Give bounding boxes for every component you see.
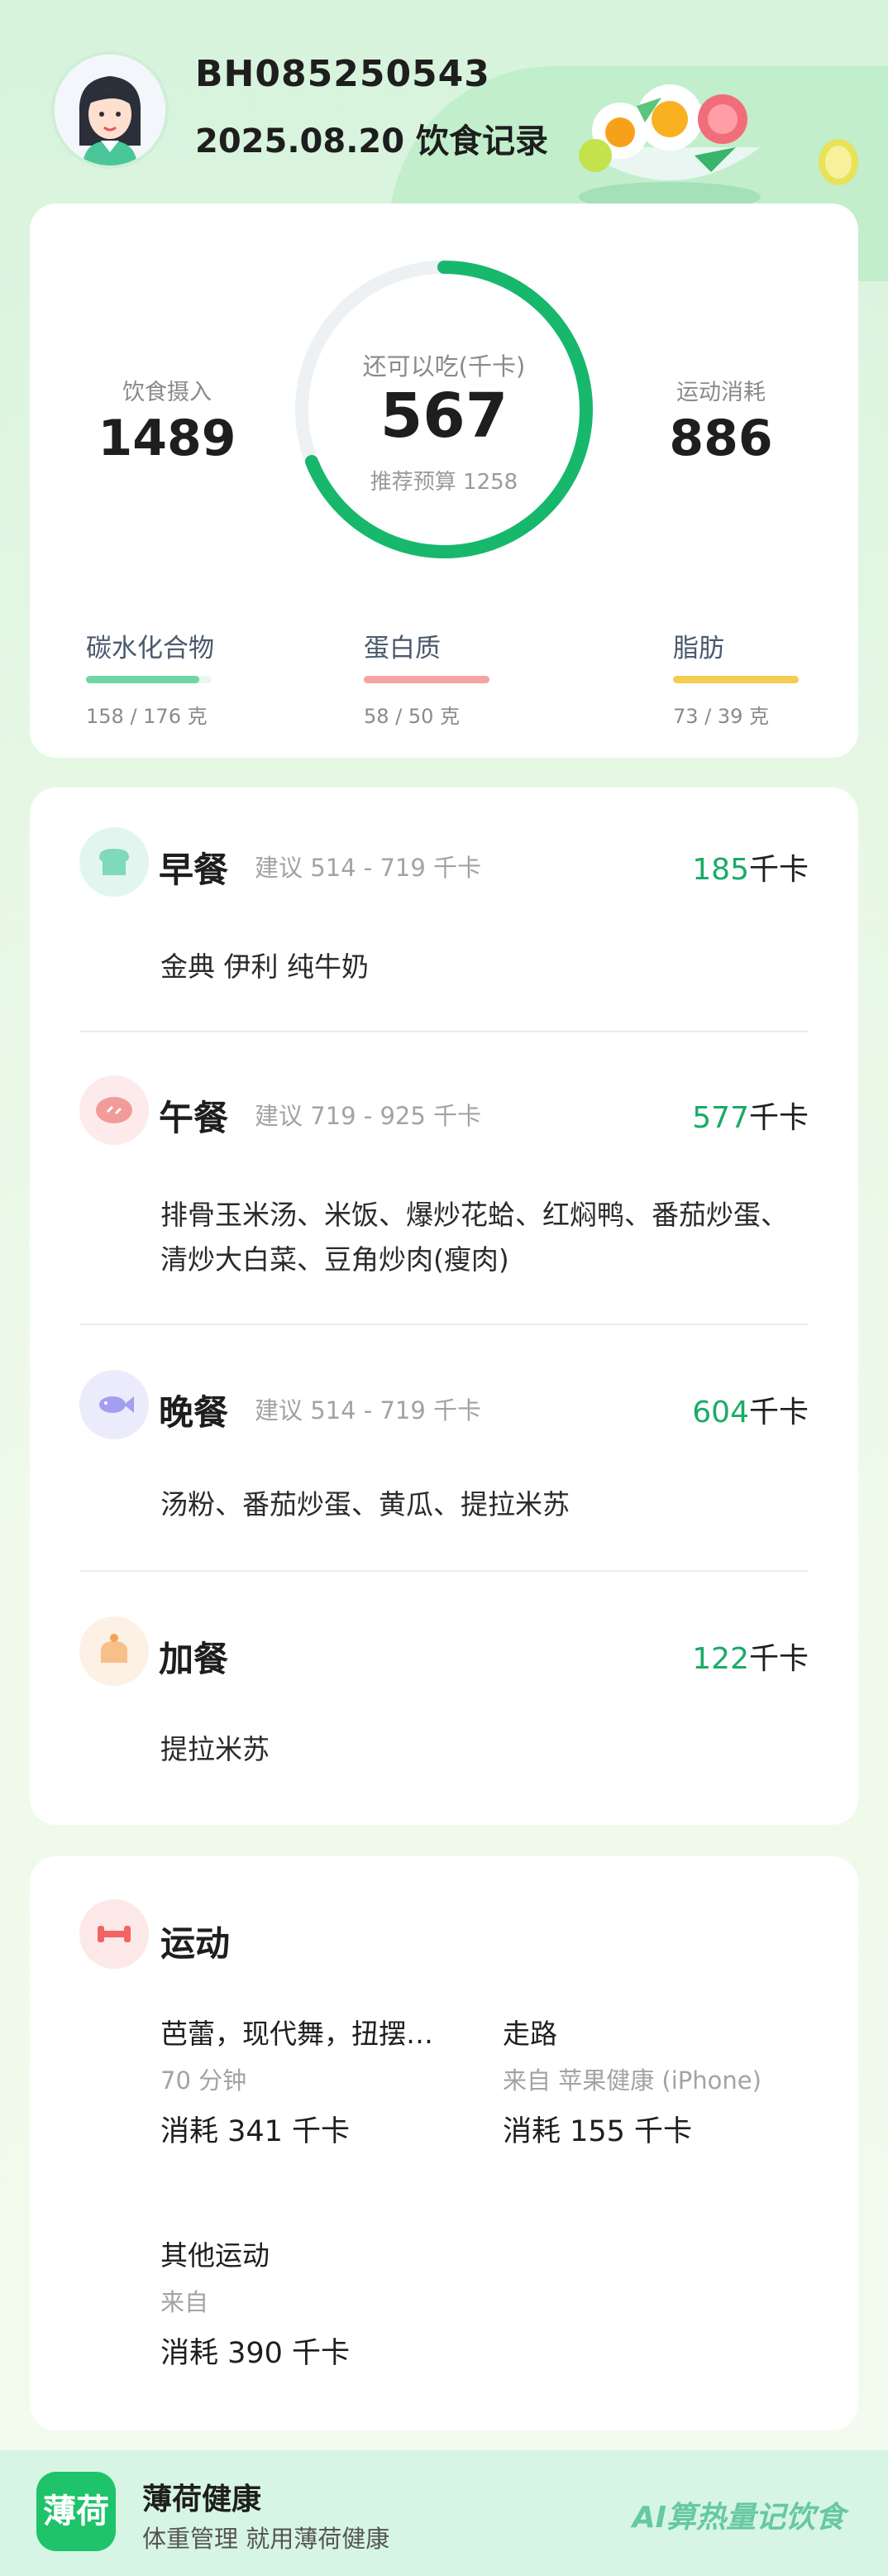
- meal-kcal-value: 185: [692, 853, 749, 887]
- exercise-meta: 来自 苹果健康 (iPhone): [503, 2066, 761, 2095]
- exercise-item[interactable]: 走路 来自 苹果健康 (iPhone) 消耗 155 千卡: [503, 2012, 825, 2150]
- exercise-name: 走路: [503, 2018, 557, 2050]
- meal-name: 晚餐: [159, 1392, 229, 1433]
- divider: [79, 1031, 809, 1032]
- meal-suggest: 建议 514 - 719 千卡: [255, 1396, 482, 1424]
- exercise-title: 运动: [160, 1923, 231, 1964]
- exercise-name: 芭蕾，现代舞，扭摆…: [160, 2018, 433, 2050]
- macro-progress-bar: [364, 676, 489, 683]
- meal-kcal: 577千卡: [692, 1094, 809, 1137]
- footer-tagline: AI算热量记饮食: [632, 2501, 845, 2535]
- macro-amount: 73 / 39 克: [673, 705, 770, 728]
- app-logo: 薄荷: [36, 2472, 116, 2551]
- exercise-value: 886: [669, 409, 773, 467]
- meals-card: 早餐 建议 514 - 719 千卡 185千卡 金典 伊利 纯牛奶 午餐 建议…: [30, 788, 858, 1825]
- avatar[interactable]: [51, 51, 169, 169]
- exercise-meta: 70 分钟: [160, 2066, 247, 2095]
- macro-name: 脂肪: [673, 634, 724, 663]
- meat-icon: [79, 1075, 149, 1145]
- meal-name: 早餐: [159, 850, 229, 890]
- meal-kcal-unit: 千卡: [748, 1396, 809, 1429]
- footer-banner[interactable]: 薄荷 薄荷健康 体重管理 就用薄荷健康 AI算热量记饮食: [0, 2450, 888, 2576]
- macro-progress-bar: [86, 676, 212, 683]
- macro-progress-fill: [364, 676, 489, 683]
- cake-icon: [79, 1616, 149, 1686]
- meal-kcal-value: 577: [692, 1101, 749, 1135]
- meal-name: 加餐: [159, 1639, 229, 1679]
- intake-label: 饮食摄入: [122, 380, 212, 405]
- intake-stat[interactable]: 饮食摄入 1489: [60, 374, 275, 467]
- meal-foods: 排骨玉米汤、米饭、爆炒花蛤、红焖鸭、番茄炒蛋、清炒大白菜、豆角炒肉(瘦肉): [160, 1199, 788, 1276]
- calorie-summary-card: 饮食摄入 1489 还可以吃(千卡) 567 推荐预算 1258 运动消耗 88…: [30, 203, 858, 758]
- macro-progress-bar: [673, 676, 799, 683]
- meal-kcal: 122千卡: [692, 1635, 809, 1678]
- exercise-card: 运动 芭蕾，现代舞，扭摆… 70 分钟 消耗 341 千卡 走路 来自 苹果健康…: [30, 1856, 858, 2430]
- meal-kcal-unit: 千卡: [748, 1101, 809, 1135]
- divider: [79, 1324, 809, 1325]
- app-name: 薄荷健康: [142, 2483, 262, 2516]
- app-slogan: 体重管理 就用薄荷健康: [142, 2525, 390, 2553]
- remaining-value: 567: [380, 381, 508, 452]
- salad-bowl-icon: [579, 84, 761, 212]
- exercise-item[interactable]: 其他运动 来自 消耗 390 千卡: [160, 2234, 483, 2372]
- exercise-label: 运动消耗: [676, 380, 766, 405]
- meal-foods: 提拉米苏: [160, 1733, 270, 1765]
- user-id: BH085250543: [195, 53, 490, 95]
- macro-amount: 158 / 176 克: [86, 705, 208, 728]
- macro-protein[interactable]: 蛋白质 58 / 50 克: [364, 627, 489, 729]
- meal-name: 午餐: [159, 1098, 229, 1138]
- meal-suggest: 建议 719 - 925 千卡: [255, 1102, 482, 1130]
- macro-progress-fill: [86, 676, 199, 683]
- bread-icon: [79, 827, 149, 897]
- macro-carbs[interactable]: 碳水化合物 158 / 176 克: [86, 627, 214, 729]
- meal-foods: 汤粉、番茄炒蛋、黄瓜、提拉米苏: [160, 1488, 570, 1520]
- meal-kcal: 185千卡: [692, 845, 809, 888]
- fish-icon: [79, 1370, 149, 1439]
- macro-name: 蛋白质: [364, 634, 441, 663]
- meal-kcal: 604千卡: [692, 1388, 809, 1431]
- divider: [79, 1570, 809, 1572]
- meal-kcal-value: 604: [692, 1396, 749, 1429]
- remaining-stat[interactable]: 还可以吃(千卡) 567 推荐预算 1258: [293, 258, 595, 561]
- exercise-burn: 消耗 390 千卡: [160, 2337, 351, 2370]
- header: BH085250543 2025.08.20 饮食记录: [0, 0, 888, 281]
- meal-foods: 金典 伊利 纯牛奶: [160, 950, 369, 983]
- dumbbell-icon: [79, 1899, 149, 1969]
- macro-amount: 58 / 50 克: [364, 705, 461, 728]
- macro-name: 碳水化合物: [86, 634, 214, 663]
- macro-fat[interactable]: 脂肪 73 / 39 克: [673, 627, 799, 729]
- lemon-slice-icon: [819, 139, 858, 185]
- exercise-meta: 来自: [160, 2288, 209, 2316]
- exercise-item[interactable]: 芭蕾，现代舞，扭摆… 70 分钟 消耗 341 千卡: [160, 2012, 483, 2150]
- macro-progress-fill: [673, 676, 799, 683]
- meal-kcal-unit: 千卡: [748, 1642, 809, 1676]
- intake-value: 1489: [98, 409, 236, 467]
- remaining-label: 还可以吃(千卡): [362, 352, 526, 381]
- meal-suggest: 建议 514 - 719 千卡: [255, 854, 482, 882]
- meal-kcal-unit: 千卡: [748, 853, 809, 887]
- meal-kcal-value: 122: [692, 1642, 749, 1676]
- exercise-burn: 消耗 341 千卡: [160, 2115, 351, 2148]
- exercise-burn: 消耗 155 千卡: [503, 2115, 693, 2148]
- budget-label: 推荐预算 1258: [370, 470, 518, 495]
- exercise-name: 其他运动: [160, 2239, 270, 2272]
- exercise-stat[interactable]: 运动消耗 886: [613, 374, 828, 467]
- record-title: 2025.08.20 饮食记录: [195, 122, 548, 160]
